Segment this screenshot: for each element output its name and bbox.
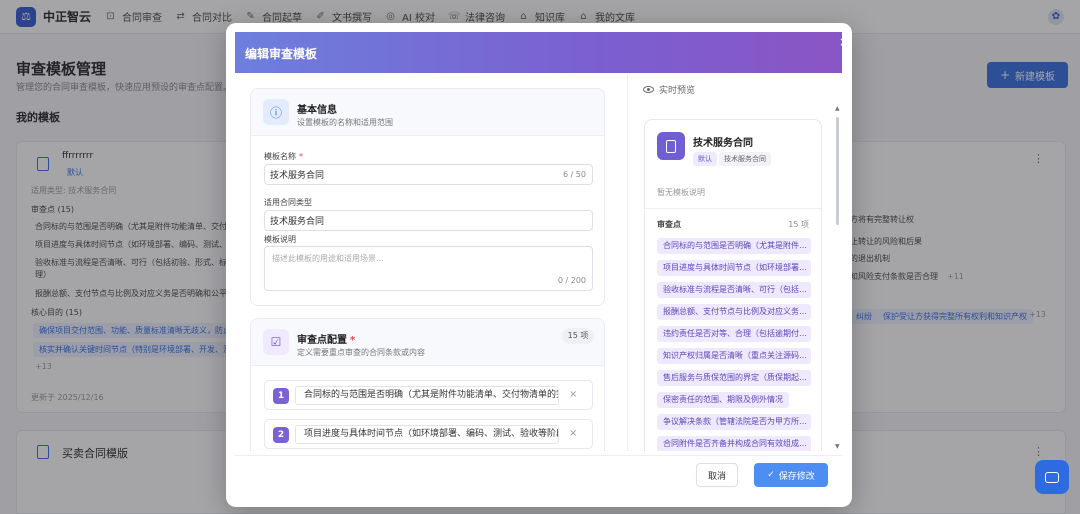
preview-checkpoint-chip: 违约责任是否对等、合理（包括逾期付… (657, 326, 811, 342)
preview-title: 技术服务合同 (693, 138, 753, 149)
dialog-title: 编辑审查模板 (245, 47, 318, 61)
check-icon: ✓ (767, 470, 775, 480)
preview-type-tag: 技术服务合同 (719, 152, 771, 166)
clipboard-check-icon: ☑ (263, 329, 289, 355)
description-label: 模板说明 (264, 235, 296, 244)
basic-info-title: 基本信息 (297, 105, 337, 116)
preview-checkpoints-count: 15 项 (788, 220, 809, 229)
field-value: 技术服务合同 (270, 217, 325, 227)
form-pane: ⓘ 基本信息 设置模板的名称和适用范围 模板名称 * 技术服务合同 6 / 50 适… (235, 75, 617, 451)
basic-info-card: ⓘ 基本信息 设置模板的名称和适用范围 模板名称 * 技术服务合同 6 / 50 适… (250, 88, 605, 306)
dialog-footer: 取消 ✓ 保存修改 (235, 455, 842, 499)
preview-checkpoint-chip: 知识产权归属是否清晰（重点关注源码… (657, 348, 811, 364)
checkpoints-subtitle: 定义需要重点审查的合同条款或内容 (297, 348, 425, 357)
preview-pane: 实时预览 技术服务合同 默认 技术服务合同 暂无模板说明 审查点 15 项 合同… (627, 75, 843, 451)
scroll-down-icon[interactable]: ▼ (835, 443, 840, 450)
preview-description: 暂无模板说明 (657, 188, 705, 197)
chat-button[interactable] (1035, 460, 1069, 494)
contract-type-label: 适用合同类型 (264, 198, 312, 207)
divider (645, 208, 821, 209)
preview-checkpoint-chip: 项目进度与具体时间节点（如环境部署… (657, 260, 811, 276)
save-label: 保存修改 (778, 471, 815, 482)
char-count: 6 / 50 (562, 170, 586, 179)
dialog-header: 编辑审查模板 × (235, 32, 849, 73)
remove-icon[interactable]: × (569, 428, 577, 439)
template-name-input[interactable]: 技术服务合同 6 / 50 (264, 164, 593, 185)
close-icon[interactable]: × (839, 36, 849, 48)
live-preview-label: 实时预览 (643, 83, 695, 96)
document-icon (657, 132, 685, 160)
chat-icon (1045, 471, 1059, 483)
scroll-up-icon[interactable]: ▲ (835, 105, 840, 112)
checkpoint-number: 1 (273, 388, 289, 404)
contract-type-input[interactable]: 技术服务合同 (264, 210, 593, 231)
document-shape (666, 139, 676, 153)
char-count: 0 / 200 (557, 276, 586, 285)
checkpoint-input[interactable]: 合同标的与范围是否明确（尤其是附件功能清单、交付物清单的完 (295, 386, 559, 405)
eye-icon (643, 86, 654, 93)
basic-info-subtitle: 设置模板的名称和适用范围 (297, 118, 393, 127)
checkpoint-row: 2 项目进度与具体时间节点（如环境部署、编码、测试、验收等阶段 × (264, 419, 593, 449)
edit-template-dialog: 编辑审查模板 × ⓘ 基本信息 设置模板的名称和适用范围 模板名称 * 技术服务合… (226, 23, 852, 507)
label-text: 模板名称 (264, 152, 296, 161)
preview-checkpoint-chip: 售后服务与质保范围的界定（质保期起… (657, 370, 811, 386)
preview-checkpoint-chip: 争议解决条款（管辖法院是否为甲方所… (657, 414, 811, 430)
preview-checkpoint-chip: 合同标的与范围是否明确（尤其是附件… (657, 238, 811, 254)
checkpoint-input[interactable]: 项目进度与具体时间节点（如环境部署、编码、测试、验收等阶段 (295, 425, 559, 444)
preview-checkpoint-chip: 保密责任的范围、期限及例外情况 (657, 392, 789, 408)
checkpoints-count-badge: 15 项 (562, 328, 594, 344)
description-placeholder: 描述此模板的用途和适用场景... (272, 254, 384, 263)
preview-checkpoint-chip: 合同附件是否齐备并构成合同有效组成… (657, 436, 811, 451)
preview-checkpoint-chip: 报酬总额、支付节点与比例及对应义务… (657, 304, 811, 320)
title-text: 审查点配置 (297, 335, 347, 346)
checkpoint-number: 2 (273, 427, 289, 443)
checkpoints-card: ☑ 审查点配置 * 定义需要重点审查的合同条款或内容 15 项 1 合同标的与范围… (250, 318, 605, 451)
save-button[interactable]: ✓ 保存修改 (754, 463, 828, 487)
preview-checkpoint-chip: 验收标准与流程是否清晰、可行（包括… (657, 282, 811, 298)
field-value: 技术服务合同 (270, 171, 325, 181)
preview-label-text: 实时预览 (659, 86, 696, 96)
preview-scrollbar[interactable] (836, 117, 839, 225)
preview-card: 技术服务合同 默认 技术服务合同 暂无模板说明 审查点 15 项 合同标的与范围… (644, 119, 822, 451)
checkpoints-title: 审查点配置 * (297, 331, 355, 346)
info-icon: ⓘ (263, 99, 289, 125)
preview-default-tag: 默认 (693, 152, 717, 166)
checkpoint-row: 1 合同标的与范围是否明确（尤其是附件功能清单、交付物清单的完 × (264, 380, 593, 410)
remove-icon[interactable]: × (569, 389, 577, 400)
cancel-button[interactable]: 取消 (696, 463, 738, 487)
description-textarea[interactable]: 描述此模板的用途和适用场景... 0 / 200 (264, 246, 593, 291)
required-mark: * (350, 335, 356, 346)
preview-checkpoints-label: 审查点 (657, 220, 681, 229)
required-mark: * (299, 152, 303, 161)
template-name-label: 模板名称 * (264, 151, 303, 162)
